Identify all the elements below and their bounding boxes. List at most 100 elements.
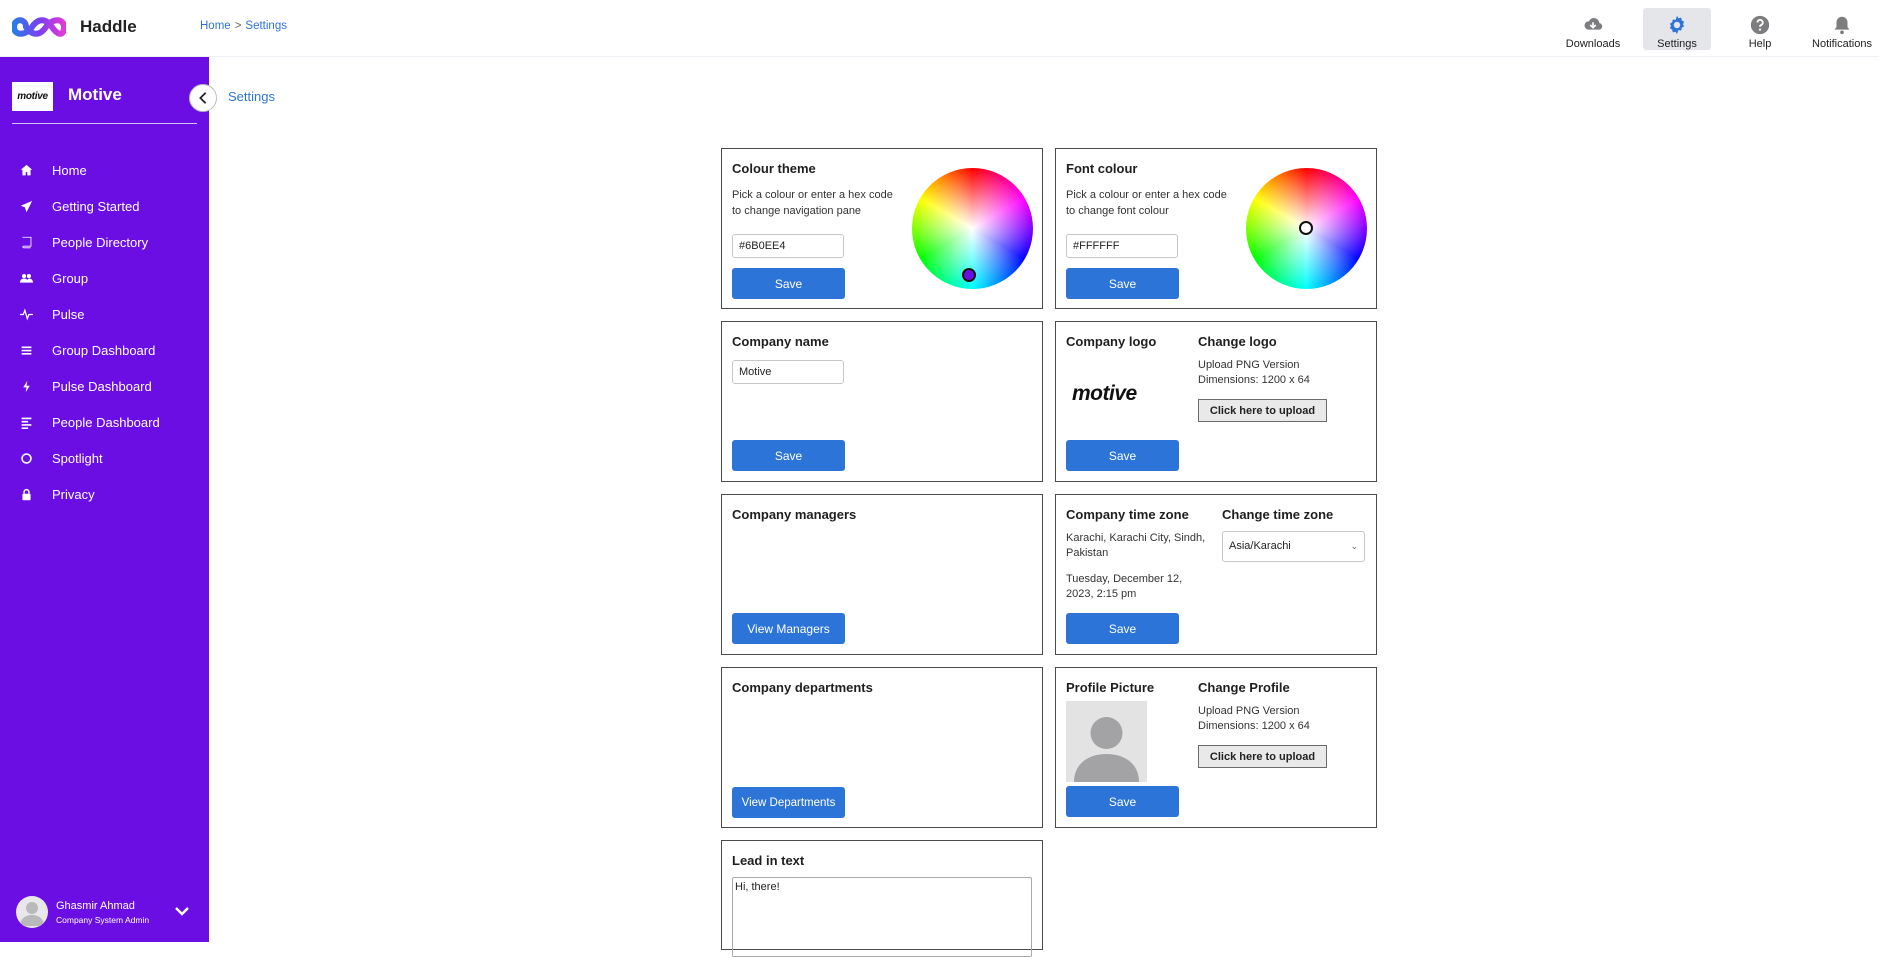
card-title: Lead in text bbox=[732, 853, 805, 868]
sidebar-item-label: Privacy bbox=[52, 486, 95, 502]
profile-picture-save-button[interactable]: Save bbox=[1066, 786, 1179, 817]
view-departments-button[interactable]: View Departments bbox=[732, 787, 845, 818]
company-name-input[interactable]: Motive bbox=[732, 360, 844, 384]
profile-picture-preview bbox=[1066, 701, 1147, 782]
topnav-label: Help bbox=[1748, 38, 1772, 50]
company-logo-save-button[interactable]: Save bbox=[1066, 440, 1179, 471]
topnav-notifications[interactable]: Notifications bbox=[1805, 8, 1879, 50]
align-left-icon bbox=[0, 416, 52, 429]
time-zone-select[interactable]: Asia/Karachi ⌄ bbox=[1222, 531, 1365, 562]
collapse-sidebar-button[interactable] bbox=[189, 84, 217, 112]
view-managers-button[interactable]: View Managers bbox=[732, 613, 845, 644]
lead-in-textarea[interactable]: Hi, there! bbox=[732, 877, 1032, 957]
user-name: Ghasmir Ahmad bbox=[56, 899, 135, 912]
company-name-save-button[interactable]: Save bbox=[732, 440, 845, 471]
topnav-label: Downloads bbox=[1565, 38, 1621, 50]
sidebar-item-label: People Directory bbox=[52, 234, 149, 250]
card-title: Company managers bbox=[732, 507, 857, 522]
card-description: Pick a colour or enter a hex code to cha… bbox=[1066, 187, 1227, 219]
description-line: Pick a colour or enter a hex code bbox=[1066, 189, 1227, 201]
font-colour-card: Font colour Pick a colour or enter a hex… bbox=[1055, 148, 1377, 309]
cloud-download-icon bbox=[1584, 18, 1603, 30]
sidebar-item-group[interactable]: Group bbox=[0, 265, 209, 291]
lead-in-text-card: Lead in text Hi, there! bbox=[721, 840, 1043, 957]
colour-wheel-cursor[interactable] bbox=[962, 268, 976, 282]
book-icon bbox=[0, 236, 52, 249]
upload-info-line: Upload PNG Version bbox=[1198, 359, 1300, 371]
colour-theme-save-button[interactable]: Save bbox=[732, 268, 845, 299]
paper-plane-icon bbox=[0, 200, 52, 213]
time-zone-save-button[interactable]: Save bbox=[1066, 613, 1179, 644]
user-profile[interactable]: Ghasmir Ahmad Company System Admin bbox=[16, 896, 149, 928]
breadcrumb-home[interactable]: Home bbox=[200, 20, 231, 32]
sidebar-item-label: Getting Started bbox=[52, 198, 140, 214]
colour-hex-input[interactable]: #6B0EE4 bbox=[732, 234, 844, 258]
breadcrumb-current[interactable]: Settings bbox=[245, 20, 287, 32]
change-logo-title: Change logo bbox=[1198, 334, 1277, 349]
sidebar-item-pulse-dashboard[interactable]: Pulse Dashboard bbox=[0, 373, 209, 399]
chevron-left-icon bbox=[199, 92, 207, 104]
sidebar-item-getting-started[interactable]: Getting Started bbox=[0, 193, 209, 219]
company-departments-card: Company departments View Departments bbox=[721, 667, 1043, 828]
company-logo: motive bbox=[12, 82, 53, 111]
current-datetime: Tuesday, December 12, 2023, 2:15 pm bbox=[1066, 572, 1182, 602]
sidebar-item-group-dashboard[interactable]: Group Dashboard bbox=[0, 337, 209, 363]
card-title: Company time zone bbox=[1066, 507, 1189, 522]
company-logo-preview: motive bbox=[1072, 382, 1137, 405]
description-line: to change navigation pane bbox=[732, 205, 862, 217]
topnav-label: Settings bbox=[1657, 38, 1697, 50]
sidebar-item-people-dashboard[interactable]: People Dashboard bbox=[0, 409, 209, 435]
description-line: to change font colour bbox=[1066, 205, 1169, 217]
colour-wheel-cursor[interactable] bbox=[1299, 221, 1313, 235]
sidebar-item-label: Pulse Dashboard bbox=[52, 378, 152, 394]
upload-info-line: Dimensions: 1200 x 64 bbox=[1198, 720, 1310, 732]
company-name-card: Company name Motive Save bbox=[721, 321, 1043, 482]
profile-picture-card: Profile Picture Change Profile Upload PN… bbox=[1055, 667, 1377, 828]
upload-info: Upload PNG Version Dimensions: 1200 x 64 bbox=[1198, 704, 1310, 734]
location-line: Karachi, Karachi City, Sindh, bbox=[1066, 532, 1206, 544]
sidebar-item-label: Pulse bbox=[52, 306, 85, 322]
font-colour-save-button[interactable]: Save bbox=[1066, 268, 1179, 299]
time-zone-card: Company time zone Karachi, Karachi City,… bbox=[1055, 494, 1377, 655]
sidebar-item-spotlight[interactable]: Spotlight bbox=[0, 445, 209, 471]
topnav-settings[interactable]: Settings bbox=[1643, 8, 1711, 50]
chevron-down-icon[interactable] bbox=[174, 903, 190, 919]
topnav-help[interactable]: Help bbox=[1725, 8, 1795, 50]
logo-upload-button[interactable]: Click here to upload bbox=[1198, 399, 1327, 422]
chevron-down-icon: ⌄ bbox=[1350, 541, 1358, 551]
haddle-logo-icon[interactable] bbox=[12, 12, 66, 42]
card-title: Company departments bbox=[732, 680, 873, 695]
colour-theme-card: Colour theme Pick a colour or enter a he… bbox=[721, 148, 1043, 309]
sidebar-item-privacy[interactable]: Privacy bbox=[0, 481, 209, 507]
users-icon bbox=[0, 272, 52, 285]
font-hex-input[interactable]: #FFFFFF bbox=[1066, 234, 1178, 258]
topnav-downloads[interactable]: Downloads bbox=[1553, 8, 1633, 50]
sidebar-item-people-directory[interactable]: People Directory bbox=[0, 229, 209, 255]
circle-icon bbox=[0, 452, 52, 465]
card-title: Profile Picture bbox=[1066, 680, 1155, 695]
upload-info-line: Dimensions: 1200 x 64 bbox=[1198, 374, 1310, 386]
sidebar-item-label: Spotlight bbox=[52, 450, 103, 466]
topnav-label: Notifications bbox=[1812, 38, 1872, 50]
sidebar-item-home[interactable]: Home bbox=[0, 157, 209, 183]
sidebar-item-pulse[interactable]: Pulse bbox=[0, 301, 209, 327]
gear-icon bbox=[1669, 15, 1685, 35]
app-name: Haddle bbox=[80, 17, 137, 36]
bolt-icon bbox=[0, 380, 52, 393]
profile-upload-button[interactable]: Click here to upload bbox=[1198, 745, 1327, 768]
datetime-line: Tuesday, December 12, bbox=[1066, 573, 1183, 585]
list-icon bbox=[0, 344, 52, 357]
upload-info: Upload PNG Version Dimensions: 1200 x 64 bbox=[1198, 358, 1310, 388]
company-name: Motive bbox=[68, 85, 122, 104]
time-zone-selected: Asia/Karachi bbox=[1229, 540, 1291, 552]
bell-icon bbox=[1834, 16, 1850, 35]
page-title[interactable]: Settings bbox=[228, 89, 275, 104]
sidebar: motive Motive Home Getting Started Peopl… bbox=[0, 57, 209, 942]
card-description: Pick a colour or enter a hex code to cha… bbox=[732, 187, 893, 219]
company-managers-card: Company managers View Managers bbox=[721, 494, 1043, 655]
user-silhouette-icon bbox=[1074, 717, 1139, 782]
help-icon bbox=[1750, 15, 1770, 35]
upload-info-line: Upload PNG Version bbox=[1198, 705, 1300, 717]
sidebar-item-label: People Dashboard bbox=[52, 414, 160, 430]
home-icon bbox=[0, 164, 52, 177]
